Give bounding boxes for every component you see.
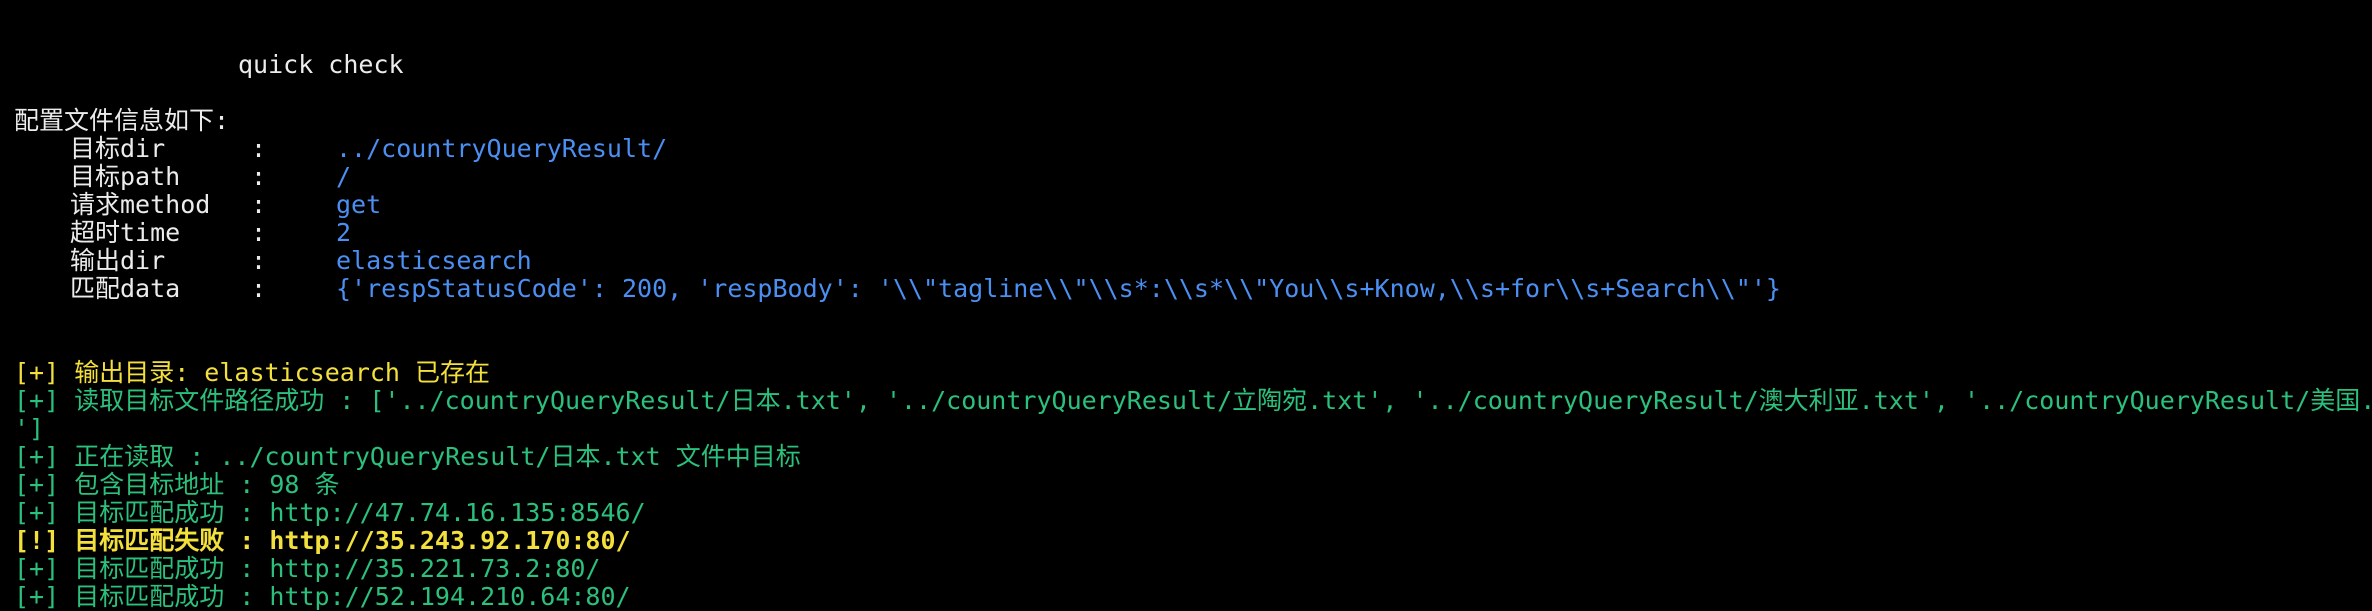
config-header: 配置文件信息如下: [14, 106, 230, 135]
config-value-match-data: {'respStatusCode': 200, 'respBody': '\\"… [336, 274, 1781, 303]
config-colon: : [251, 162, 267, 191]
log-read-paths-success: [+] 读取目标文件路径成功 : ['../countryQueryResult… [14, 386, 2372, 415]
config-value-target-path: / [336, 162, 352, 191]
config-value-request-method: get [336, 190, 382, 219]
log-reading-file: [+] 正在读取 : ../countryQueryResult/日本.txt … [14, 442, 801, 471]
config-value-timeout: 2 [336, 218, 352, 247]
log-match-success: [+] 目标匹配成功 : http://52.194.210.64:80/ [14, 582, 631, 611]
config-key-request-method: 请求method [70, 190, 211, 219]
config-key-output-dir: 输出dir [70, 246, 166, 275]
log-target-count: [+] 包含目标地址 : 98 条 [14, 470, 340, 499]
config-key-target-path: 目标path [70, 162, 181, 191]
config-value-output-dir: elasticsearch [336, 246, 532, 275]
config-colon: : [251, 218, 267, 247]
config-colon: : [251, 134, 267, 163]
config-key-target-dir: 目标dir [70, 134, 166, 163]
log-match-success: [+] 目标匹配成功 : http://35.221.73.2:80/ [14, 554, 601, 583]
config-key-timeout: 超时time [70, 218, 181, 247]
log-read-paths-wrap: '] [14, 414, 45, 443]
banner-title: quick check [238, 50, 404, 79]
config-colon: : [251, 274, 267, 303]
config-value-target-dir: ../countryQueryResult/ [336, 134, 668, 163]
config-colon: : [251, 246, 267, 275]
log-match-success: [+] 目标匹配成功 : http://47.74.16.135:8546/ [14, 498, 646, 527]
log-output-dir-exists: [+] 输出目录: elasticsearch 已存在 [14, 358, 491, 387]
config-key-match-data: 匹配data [70, 274, 181, 303]
config-colon: : [251, 190, 267, 219]
log-match-failed: [!] 目标匹配失败 : http://35.243.92.170:80/ [14, 526, 631, 555]
terminal-window[interactable]: quick check 配置文件信息如下: 目标dir : ../country… [0, 0, 2372, 611]
